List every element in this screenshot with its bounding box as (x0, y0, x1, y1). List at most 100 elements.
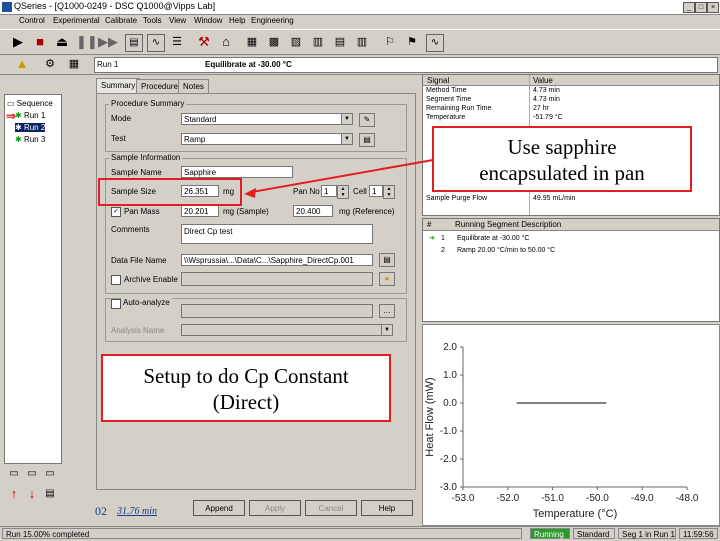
menu-control[interactable]: Control (19, 16, 45, 25)
report-icon[interactable]: ▥ (354, 34, 370, 50)
menu-engineering[interactable]: Engineering (251, 16, 294, 25)
analysis-name-label: Analysis Name (111, 326, 165, 335)
delete-icon[interactable]: ▭ (42, 466, 58, 482)
append-icon[interactable]: ▭ (24, 466, 40, 482)
segment-desc-header[interactable]: Running Segment Description (455, 220, 561, 229)
sample-name-input[interactable]: Sapphire (181, 166, 293, 178)
insert-icon[interactable]: ▭ (6, 466, 22, 482)
plot-icon[interactable]: ∿ (426, 34, 444, 52)
signal-name: Method Time (426, 87, 467, 94)
cell-input[interactable]: 1 (369, 185, 383, 197)
autosampler-icon[interactable]: ▩ (266, 34, 282, 50)
app-icon (2, 2, 12, 12)
heat-flow-chart: 2.0 1.0 0.0 -1.0 -2.0 -3.0 -53.0 -52.0 -51.0 -50.… (422, 324, 720, 526)
close-button[interactable]: × (707, 2, 719, 13)
table-row: Method Time 4.73 min (423, 87, 719, 95)
setup-callout: Setup to do Cp Constant (Direct) (101, 354, 391, 422)
menu-tools[interactable]: Tools (143, 16, 162, 25)
pending-icon: ✱ (15, 123, 22, 132)
test-edit-button[interactable]: ▤ (359, 133, 375, 147)
mode-select[interactable]: Standard ▼ (181, 113, 353, 125)
chevron-down-icon: ▼ (341, 134, 352, 144)
archive-button[interactable]: ● (379, 272, 395, 286)
cell-icon[interactable]: ▦ (244, 34, 260, 50)
tools-icon[interactable]: ⚙ (42, 56, 58, 72)
mode-edit-button[interactable]: ✎ (359, 113, 375, 127)
data-file-input[interactable]: \\Wsprussia\...\Data\C...\Sapphire_Direc… (181, 254, 373, 266)
stop-icon[interactable]: ■ (32, 34, 48, 50)
pan-mass-checkbox[interactable]: ✓ (111, 207, 121, 217)
signal-col-header[interactable]: Signal (427, 76, 449, 85)
tree-root[interactable]: ▭ Sequence (7, 99, 53, 108)
tree-item-run1[interactable]: ✱ Run 1 (15, 111, 45, 120)
autoanalyze-browse-button[interactable]: … (379, 304, 395, 318)
signal-header: Signal Value (423, 75, 719, 86)
network-icon[interactable]: ▦ (66, 56, 82, 72)
table-row: Sample Purge Flow 49.95 mL/min (423, 195, 719, 203)
move-up-icon[interactable]: ↑ (6, 486, 22, 502)
comments-input[interactable]: Direct Cp test (181, 224, 373, 244)
help-button[interactable]: Help (361, 500, 413, 516)
status-progress: Run 15.00% completed (2, 528, 522, 539)
menu-calibrate[interactable]: Calibrate (105, 16, 137, 25)
pan-mass-ref-input[interactable]: 20.400 (293, 205, 333, 217)
main-toolbar: ▶ ■ ⏏ ❚❚ ▶▶ ▤ ∿ ☰ ⚒ ⌂ ▦ ▩ ▧ ▥ ▤ ▥ ⚐ ⚑ ∿ (0, 29, 720, 55)
pan-mass-sample-input[interactable]: 20.201 (181, 205, 219, 217)
menu-help[interactable]: Help (229, 16, 245, 25)
table-row: Remaining Run Time 27 hr (423, 105, 719, 113)
menu-window[interactable]: Window (194, 16, 222, 25)
value-col-header[interactable]: Value (533, 76, 553, 85)
signal-name: Remaining Run Time (426, 105, 492, 112)
graph-icon[interactable]: ∿ (147, 34, 165, 52)
sample-size-highlight (98, 178, 242, 206)
table-row: Segment Time 4.73 min (423, 96, 719, 104)
maximize-button[interactable]: □ (695, 2, 707, 13)
current-segment-icon: ➔ (429, 235, 435, 242)
pause-icon[interactable]: ❚❚ (76, 34, 98, 50)
tab-summary[interactable]: Summary (96, 78, 141, 94)
menu-experimental[interactable]: Experimental (53, 16, 100, 25)
eject-icon[interactable]: ⏏ (54, 34, 70, 50)
segment-num-header[interactable]: # (427, 220, 431, 229)
tab-procedure[interactable]: Procedure (136, 79, 183, 93)
tree-item-label: Run 2 (23, 123, 46, 132)
table-row: Temperature -51.79 °C (423, 114, 719, 122)
minimize-button[interactable]: _ (683, 2, 695, 13)
test-select[interactable]: Ramp ▼ (181, 133, 353, 145)
analysis-icon[interactable]: ⚐ (382, 34, 398, 50)
autoanalyze-checkbox[interactable] (111, 299, 121, 309)
signal-icon[interactable]: ⚑ (404, 34, 420, 50)
tree-item-run3[interactable]: ✱ Run 3 (15, 135, 45, 144)
y-tick-label: 1.0 (443, 370, 457, 381)
instrument-icon[interactable]: ▤ (125, 34, 143, 52)
warning-icon[interactable]: ▲ (14, 56, 30, 72)
table-row[interactable]: ➔ 1 Equilibrate at -30.00 °C (423, 235, 719, 243)
test-value: Ramp (184, 135, 206, 144)
menu-view[interactable]: View (169, 16, 186, 25)
list-icon[interactable]: ☰ (169, 34, 185, 50)
next-icon[interactable]: ▶▶ (98, 34, 118, 50)
archive-checkbox[interactable] (111, 275, 121, 285)
tab-notes[interactable]: Notes (178, 79, 209, 93)
tree-item-run2[interactable]: ✱ Run 2 (15, 123, 46, 132)
tray-icon[interactable]: ▥ (310, 34, 326, 50)
calibrate-icon[interactable]: ⚒ (196, 34, 212, 50)
properties-icon[interactable]: ▤ (42, 486, 58, 502)
table-row[interactable]: 2 Ramp 20.00 °C/min to 50.00 °C (423, 247, 719, 255)
queue-icon[interactable]: ▤ (332, 34, 348, 50)
y-axis-label: Heat Flow (mW) (424, 377, 436, 456)
cell-spinner[interactable]: ▲ ▼ (383, 185, 395, 199)
start-icon[interactable]: ▶ (10, 34, 26, 50)
pan-icon[interactable]: ▧ (288, 34, 304, 50)
autoanalyze-label: Auto-analyze (121, 298, 172, 307)
apply-button[interactable]: Apply (249, 500, 301, 516)
append-button[interactable]: Append (193, 500, 245, 516)
cancel-button[interactable]: Cancel (305, 500, 357, 516)
analysis-name-select[interactable]: ▼ (181, 324, 393, 336)
move-down-icon[interactable]: ↓ (24, 486, 40, 502)
browse-folder-button[interactable]: ▤ (379, 253, 395, 267)
pan-no-input[interactable]: 1 (321, 185, 337, 197)
lid-icon[interactable]: ⌂ (218, 34, 234, 50)
test-label: Test (111, 134, 126, 143)
pan-no-spinner[interactable]: ▲ ▼ (337, 185, 349, 199)
